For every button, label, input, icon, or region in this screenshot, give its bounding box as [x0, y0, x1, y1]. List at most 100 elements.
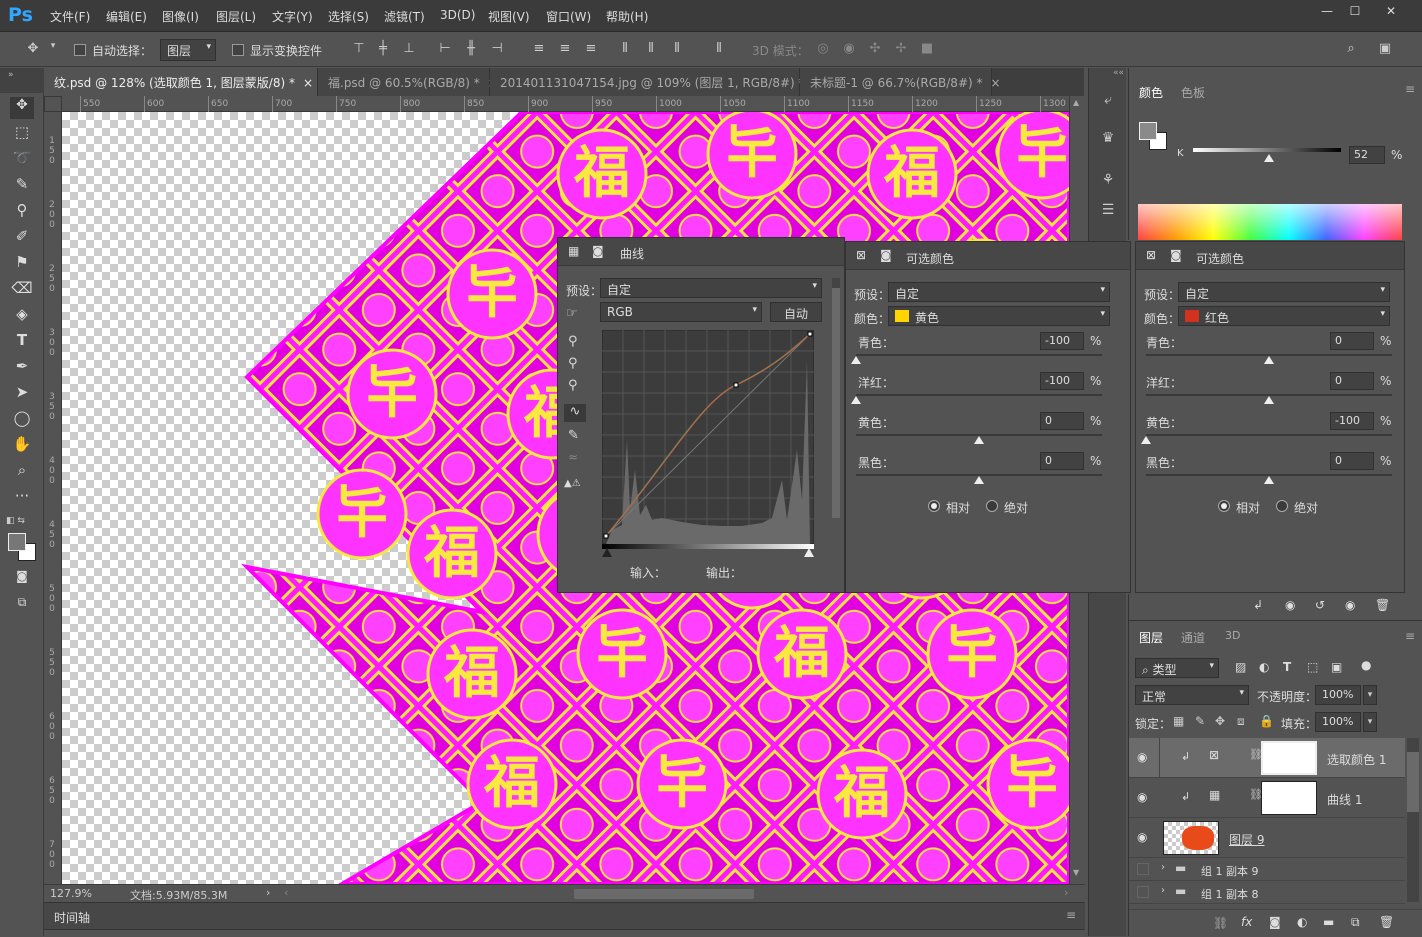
- filter-pixel-icon[interactable]: ▨: [1235, 660, 1246, 674]
- chevron-right-icon[interactable]: ›: [1161, 885, 1165, 896]
- eraser-icon[interactable]: ⌫: [10, 279, 34, 301]
- preset-dropdown[interactable]: 自定 ▾: [600, 278, 822, 298]
- screen-mode-icon[interactable]: ⧉: [10, 595, 34, 617]
- cyan-field[interactable]: 0: [1330, 332, 1374, 350]
- layer-filter-dropdown[interactable]: ⌕ 类型 ▾: [1135, 658, 1219, 678]
- marquee-icon[interactable]: ⬚: [10, 123, 34, 145]
- relative-radio[interactable]: [928, 500, 940, 512]
- mask-icon[interactable]: ◙: [592, 244, 604, 258]
- smooth-icon[interactable]: ≈: [568, 450, 578, 464]
- scroll-down-icon[interactable]: ▼: [1073, 868, 1079, 877]
- layer-thumbnail[interactable]: [1163, 821, 1219, 855]
- fill-chevron-icon[interactable]: ▾: [1363, 712, 1377, 732]
- zoom-level[interactable]: 127.9%: [50, 887, 92, 900]
- clip-to-layer-icon[interactable]: ↲: [1253, 598, 1263, 612]
- new-adjustment-icon[interactable]: ◐: [1297, 915, 1307, 929]
- layer-mask-thumbnail[interactable]: [1261, 781, 1317, 815]
- brush-preset-icon[interactable]: ⚘: [1098, 172, 1118, 192]
- layer-row-curves[interactable]: ◉ ↲ ▦ ⛓ 曲线 1: [1129, 778, 1405, 818]
- timeline-label[interactable]: 时间轴: [54, 909, 90, 926]
- lock-pixels-icon[interactable]: ✎: [1195, 714, 1205, 728]
- layer-select-dropdown[interactable]: 图层 ▾: [160, 39, 216, 61]
- align-vcenter-icon[interactable]: ╪: [374, 41, 392, 59]
- menu-type[interactable]: 文字(Y): [272, 8, 313, 25]
- hand-icon[interactable]: ✋: [10, 435, 34, 457]
- filter-toggle-icon[interactable]: ●: [1361, 658, 1371, 672]
- layer-mask-thumbnail[interactable]: [1261, 741, 1317, 775]
- color-spectrum[interactable]: [1138, 204, 1402, 240]
- k-slider-track[interactable]: [1193, 148, 1341, 152]
- menu-edit[interactable]: 编辑(E): [106, 8, 147, 25]
- magenta-thumb[interactable]: [851, 396, 861, 404]
- swap-colors-icon[interactable]: ◧ ⇆: [6, 516, 25, 526]
- menu-file[interactable]: 文件(F): [50, 8, 90, 25]
- scale-3d-icon[interactable]: ■: [918, 41, 936, 59]
- tab-channels[interactable]: 通道: [1181, 629, 1205, 646]
- cyan-thumb[interactable]: [851, 356, 861, 364]
- new-layer-icon[interactable]: ⧉: [1351, 915, 1360, 930]
- yellow-thumb[interactable]: [1141, 436, 1151, 444]
- white-eyedropper-icon[interactable]: ⚲: [568, 378, 578, 393]
- auto-select-checkbox[interactable]: [74, 44, 86, 56]
- eye-icon[interactable]: ◉: [1137, 750, 1147, 764]
- tab-document-2[interactable]: 福.psd @ 60.5%(RGB/8) *×: [318, 68, 498, 96]
- magenta-field[interactable]: -100: [1040, 372, 1084, 390]
- clipping-warning-icon[interactable]: ▲⚠: [564, 478, 581, 489]
- slide-3d-icon[interactable]: ✢: [892, 41, 910, 59]
- chevron-down-icon[interactable]: ▾: [44, 41, 62, 59]
- minimize-icon[interactable]: —: [1314, 4, 1340, 20]
- add-mask-icon[interactable]: ◙: [1269, 915, 1281, 929]
- color-dropdown[interactable]: 红色 ▾: [1178, 306, 1390, 326]
- auto-button[interactable]: 自动: [770, 302, 822, 322]
- absolute-radio[interactable]: [986, 500, 998, 512]
- eye-icon[interactable]: ◉: [1137, 790, 1147, 804]
- gray-eyedropper-icon[interactable]: ⚲: [568, 356, 578, 371]
- curve-point-icon[interactable]: ∿: [564, 404, 586, 422]
- black-thumb[interactable]: [974, 476, 984, 484]
- align-hcenter-icon[interactable]: ╫: [462, 41, 480, 59]
- horizontal-scroll-thumb[interactable]: [574, 889, 754, 899]
- brush-icon[interactable]: ✐: [10, 227, 34, 249]
- actions-icon[interactable]: ♛: [1098, 130, 1118, 150]
- k-slider-thumb[interactable]: [1264, 154, 1274, 162]
- k-value-field[interactable]: 52: [1349, 146, 1385, 164]
- distribute-hcenter-icon[interactable]: ⦀: [642, 41, 660, 59]
- stamp-icon[interactable]: ⚑: [10, 253, 34, 275]
- collapse-tools-icon[interactable]: »: [0, 68, 44, 93]
- filter-type-icon[interactable]: T: [1283, 660, 1291, 674]
- scroll-up-icon[interactable]: ▲: [1073, 98, 1079, 107]
- cyan-thumb[interactable]: [1264, 356, 1274, 364]
- path-select-icon[interactable]: ➤: [10, 383, 34, 405]
- black-eyedropper-icon[interactable]: ⚲: [568, 334, 578, 349]
- lasso-icon[interactable]: ➰: [10, 149, 34, 171]
- ellipse-icon[interactable]: ◯: [10, 409, 34, 431]
- history-icon[interactable]: ⤶: [1098, 92, 1118, 112]
- yellow-field[interactable]: -100: [1330, 412, 1374, 430]
- new-group-icon[interactable]: ▬: [1323, 915, 1334, 929]
- pen-icon[interactable]: ✒: [10, 357, 34, 379]
- distribute-top-icon[interactable]: ≡: [530, 41, 548, 59]
- menu-select[interactable]: 选择(S): [328, 8, 369, 25]
- preset-dropdown[interactable]: 自定 ▾: [1178, 282, 1390, 302]
- mask-icon[interactable]: ◙: [880, 248, 892, 262]
- align-bottom-icon[interactable]: ⊥: [400, 41, 418, 59]
- maximize-icon[interactable]: ☐: [1342, 4, 1368, 20]
- tab-swatches[interactable]: 色板: [1181, 84, 1205, 101]
- view-previous-icon[interactable]: ◉: [1285, 598, 1295, 612]
- distribute-left-icon[interactable]: ⦀: [616, 41, 634, 59]
- eyedropper-icon[interactable]: ⚲: [10, 201, 34, 223]
- trash-icon[interactable]: 🗑: [1375, 598, 1390, 612]
- layer-row-group-8[interactable]: › ▬ 组 1 副本 8: [1129, 881, 1405, 904]
- orbit-3d-icon[interactable]: ◎: [814, 41, 832, 59]
- cyan-track[interactable]: [856, 354, 1102, 356]
- color-dropdown[interactable]: 黄色 ▾: [888, 306, 1110, 326]
- filter-smart-icon[interactable]: ▣: [1331, 660, 1342, 674]
- tab-color[interactable]: 颜色: [1139, 84, 1163, 101]
- move-icon[interactable]: ✥: [10, 97, 34, 119]
- lock-position-icon[interactable]: ✥: [1215, 714, 1225, 728]
- visibility-off-box[interactable]: [1137, 863, 1149, 875]
- panel-menu-icon[interactable]: ≡: [1405, 629, 1415, 643]
- show-transform-checkbox[interactable]: [232, 44, 244, 56]
- more-tools-icon[interactable]: ···: [10, 487, 34, 509]
- drag-3d-icon[interactable]: ✣: [866, 41, 884, 59]
